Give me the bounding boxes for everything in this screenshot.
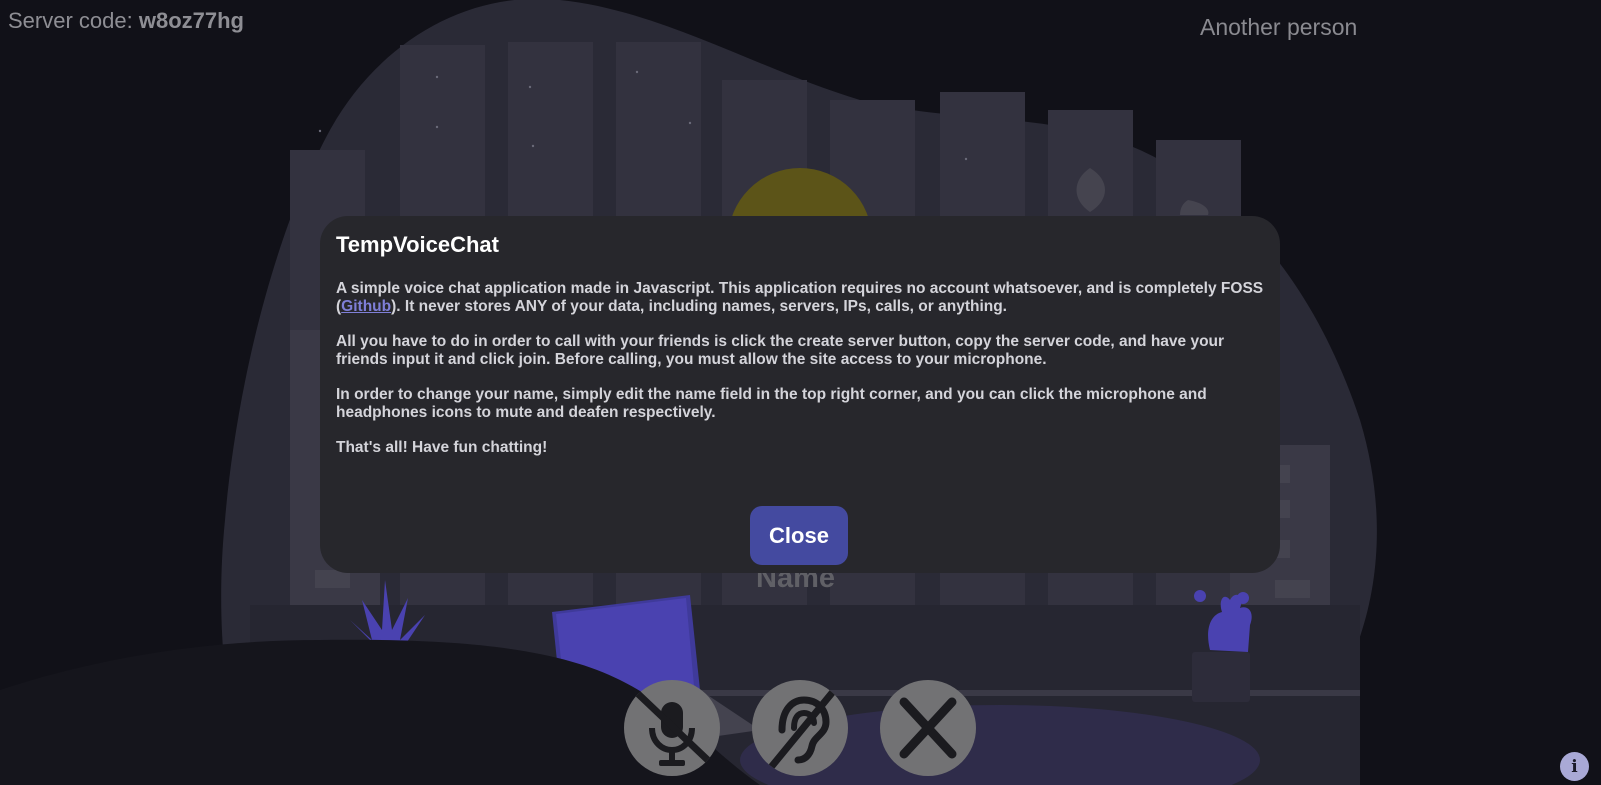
github-link[interactable]: Github [341,298,391,315]
deafen-button[interactable] [752,680,848,776]
about-dialog: TempVoiceChat A simple voice chat applic… [320,216,1280,573]
info-button[interactable]: i [1560,752,1589,781]
intro-text-after: ). It never stores ANY of your data, inc… [391,298,1007,315]
dialog-paragraph-closing: That's all! Have fun chatting! [336,439,548,456]
mute-button[interactable] [624,680,720,776]
server-code-label: Server code: [8,8,133,33]
close-button[interactable]: Close [750,506,848,565]
dialog-paragraph-intro: A simple voice chat application made in … [336,280,1264,316]
dialog-paragraph-controls: In order to change your name, simply edi… [336,386,1207,421]
participant-name-other: Another person [1200,14,1358,40]
dialog-paragraph-howto: All you have to do in order to call with… [336,333,1225,368]
x-close-icon [899,697,957,759]
leave-call-button[interactable] [880,680,976,776]
ear-slash-icon [768,684,840,770]
dialog-title: TempVoiceChat [336,232,499,257]
server-code-value[interactable]: w8oz77hg [139,8,244,33]
microphone-slash-icon [631,687,717,769]
server-code-display: Server code: w8oz77hg [8,8,244,34]
info-icon: i [1571,756,1578,777]
